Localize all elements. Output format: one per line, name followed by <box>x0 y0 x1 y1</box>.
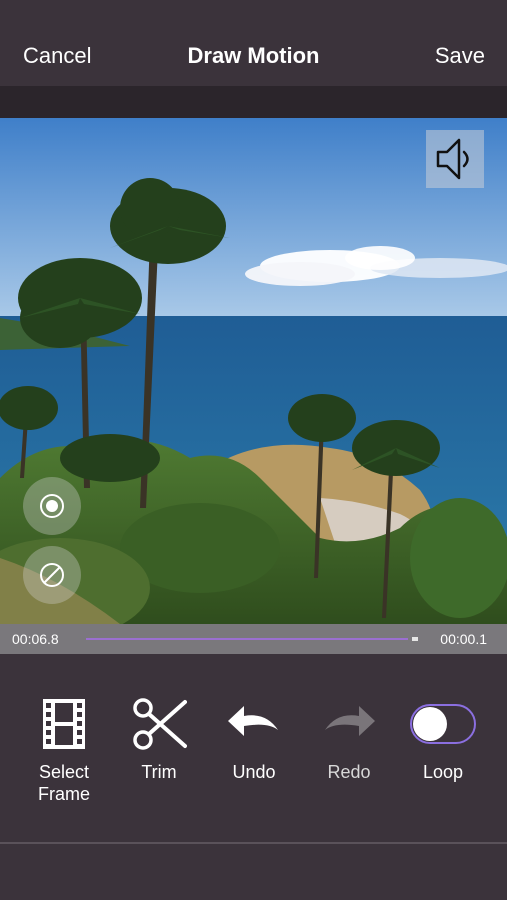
remaining-time-label: 00:00.1 <box>440 631 487 647</box>
bottom-bar <box>0 844 507 900</box>
trim-label: Trim <box>141 762 177 782</box>
video-frame-image <box>0 118 507 624</box>
redo-label: Redo <box>327 762 371 782</box>
save-button[interactable]: Save <box>435 40 485 72</box>
toggle-knob <box>413 707 447 741</box>
loop-toggle-item: Loop <box>396 694 490 783</box>
undo-label: Undo <box>232 762 276 782</box>
loop-label: Loop <box>422 762 464 782</box>
timeline-end-marker[interactable] <box>412 637 418 641</box>
loop-toggle-switch[interactable] <box>410 704 476 744</box>
undo-arrow-icon <box>228 706 278 736</box>
video-preview[interactable] <box>0 118 507 624</box>
edit-toolbar: Select Frame Trim Undo Redo Loop <box>0 654 507 842</box>
select-frame-button[interactable]: Select Frame <box>17 694 111 805</box>
draw-motion-screen: Cancel Draw Motion Save 00:06.8 00:00.1 … <box>0 0 507 900</box>
speaker-icon <box>436 138 469 180</box>
timeline-bar: 00:06.8 00:00.1 <box>0 624 507 654</box>
scissors-icon <box>133 698 187 750</box>
select-frame-label-line2: Frame <box>37 784 90 804</box>
target-icon <box>40 494 64 518</box>
redo-button[interactable]: Redo <box>302 694 396 783</box>
film-strip-icon <box>43 699 85 749</box>
motion-target-button[interactable] <box>23 477 81 535</box>
page-title: Draw Motion <box>187 43 320 68</box>
undo-button[interactable]: Undo <box>207 694 301 783</box>
sound-toggle-button[interactable] <box>426 130 484 188</box>
select-frame-label-line1: Select <box>38 762 90 782</box>
redo-arrow-icon <box>325 706 375 736</box>
timeline-track[interactable] <box>86 638 408 640</box>
clear-motion-button[interactable] <box>23 546 81 604</box>
navigation-bar: Cancel Draw Motion Save <box>0 0 507 86</box>
current-time-label: 00:06.8 <box>12 631 59 647</box>
trim-button[interactable]: Trim <box>112 694 206 783</box>
no-symbol-icon <box>40 563 64 587</box>
nav-spacer <box>0 86 507 118</box>
